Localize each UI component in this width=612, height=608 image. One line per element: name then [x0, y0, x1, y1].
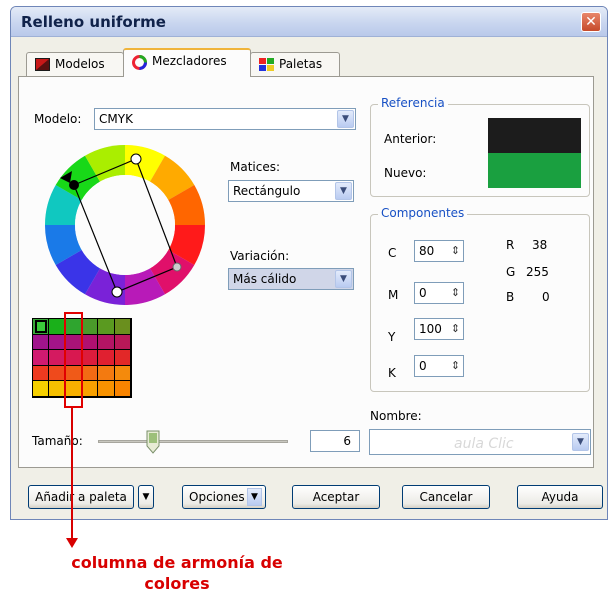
palette-swatch[interactable]: [82, 381, 99, 397]
help-button[interactable]: Ayuda: [517, 485, 603, 509]
chevron-down-icon[interactable]: ▼: [335, 182, 352, 200]
watermark-logo: aula Clic: [454, 436, 514, 452]
palette-swatch[interactable]: [114, 381, 131, 397]
tab-label: Paletas: [279, 57, 323, 71]
chevron-down-icon[interactable]: ▼: [337, 110, 354, 128]
tab-modelos[interactable]: Modelos: [26, 52, 124, 76]
hues-value: Rectángulo: [233, 184, 301, 198]
tab-label: Mezcladores: [152, 54, 227, 68]
annotation-caption: columna de armonía de colores: [71, 553, 283, 593]
title-bar: Relleno uniforme ✕: [11, 7, 607, 37]
variation-label: Variación:: [230, 249, 290, 263]
model-value: CMYK: [99, 112, 133, 126]
add-to-palette-button[interactable]: Añadir a paleta: [28, 485, 134, 509]
palette-icon: [259, 58, 274, 71]
size-value: 6: [343, 434, 351, 448]
tab-paletas[interactable]: Paletas: [250, 52, 340, 76]
g-label: G: [506, 265, 516, 279]
m-spinner[interactable]: 0 ⇕: [414, 282, 464, 304]
add-palette-dropdown-button[interactable]: ▼: [138, 485, 154, 509]
palette-swatch[interactable]: [98, 365, 115, 382]
help-label: Ayuda: [541, 490, 579, 504]
add-to-palette-label: Añadir a paleta: [35, 490, 127, 504]
palette-swatch[interactable]: [82, 334, 99, 351]
y-value: 100: [419, 322, 442, 336]
accept-label: Aceptar: [312, 490, 360, 504]
palette-swatch[interactable]: [82, 350, 99, 366]
mixer-icon: [132, 55, 147, 70]
b-value: 0: [542, 290, 550, 304]
r-label: R: [506, 238, 515, 252]
spin-arrows-icon[interactable]: ⇕: [450, 358, 461, 374]
harmony-column-highlight: [64, 312, 83, 408]
chevron-down-icon[interactable]: ▼: [335, 270, 352, 288]
palette-swatch[interactable]: [114, 334, 131, 351]
variation-select[interactable]: Más cálido ▼: [228, 268, 354, 290]
hues-select[interactable]: Rectángulo ▼: [228, 180, 354, 202]
model-label: Modelo:: [34, 112, 82, 126]
annotation-arrow-head-icon: [66, 538, 78, 548]
tab-label: Modelos: [55, 57, 105, 71]
cancel-button[interactable]: Cancelar: [402, 485, 490, 509]
m-value: 0: [419, 286, 427, 300]
m-label: M: [388, 288, 399, 302]
c-spinner[interactable]: 80 ⇕: [414, 240, 464, 262]
palette-swatch[interactable]: [33, 334, 50, 351]
y-label: Y: [388, 330, 396, 344]
palette-swatch[interactable]: [33, 381, 50, 397]
size-slider-track[interactable]: [98, 440, 288, 443]
reference-title: Referencia: [378, 96, 448, 110]
previous-color-swatch: [488, 118, 581, 153]
palette-swatch[interactable]: [98, 350, 115, 366]
options-button[interactable]: Opciones ▼: [182, 485, 266, 509]
components-group: [370, 214, 590, 392]
k-spinner[interactable]: 0 ⇕: [414, 355, 464, 377]
palette-swatch[interactable]: [114, 350, 131, 366]
r-value: 38: [532, 238, 548, 252]
annotation-arrow-line: [71, 408, 73, 542]
name-label: Nombre:: [370, 409, 422, 423]
variation-value: Más cálido: [233, 272, 297, 286]
model-select[interactable]: CMYK ▼: [94, 108, 356, 130]
palette-swatch[interactable]: [98, 319, 115, 335]
size-label: Tamaño:: [32, 434, 83, 448]
palette-swatch[interactable]: [82, 319, 99, 335]
new-label: Nuevo:: [384, 166, 427, 180]
y-spinner[interactable]: 100 ⇕: [414, 318, 464, 340]
chevron-down-icon: ▼: [247, 488, 262, 506]
chevron-down-icon: ▼: [142, 492, 150, 502]
tab-mezcladores[interactable]: Mezcladores: [123, 48, 251, 77]
cancel-label: Cancelar: [419, 490, 473, 504]
chevron-down-icon[interactable]: ▼: [572, 433, 589, 451]
options-label: Opciones: [189, 490, 245, 504]
previous-label: Anterior:: [384, 132, 437, 146]
spin-arrows-icon[interactable]: ⇕: [450, 243, 461, 259]
dialog-title: Relleno uniforme: [21, 13, 166, 31]
model-icon: [35, 58, 50, 71]
palette-swatch[interactable]: [33, 350, 50, 366]
selected-swatch: [35, 320, 47, 333]
hues-label: Matices:: [230, 160, 281, 174]
palette-swatch[interactable]: [98, 381, 115, 397]
c-label: C: [388, 246, 397, 260]
spin-arrows-icon[interactable]: ⇕: [450, 321, 461, 337]
close-button[interactable]: ✕: [581, 12, 601, 32]
b-label: B: [506, 290, 515, 304]
size-slider-thumb[interactable]: [146, 430, 160, 454]
g-value: 255: [526, 265, 549, 279]
palette-swatch[interactable]: [33, 365, 50, 382]
size-field[interactable]: 6: [310, 430, 360, 452]
k-label: K: [388, 366, 396, 380]
palette-swatch[interactable]: [114, 365, 131, 382]
spin-arrows-icon[interactable]: ⇕: [450, 285, 461, 301]
accept-button[interactable]: Aceptar: [292, 485, 380, 509]
palette-swatch[interactable]: [98, 334, 115, 351]
k-value: 0: [419, 359, 427, 373]
palette-swatch[interactable]: [82, 365, 99, 382]
color-wheel[interactable]: [40, 140, 210, 310]
c-value: 80: [419, 244, 435, 258]
new-color-swatch: [488, 153, 581, 188]
components-title: Componentes: [378, 206, 468, 220]
palette-swatch[interactable]: [114, 319, 131, 335]
